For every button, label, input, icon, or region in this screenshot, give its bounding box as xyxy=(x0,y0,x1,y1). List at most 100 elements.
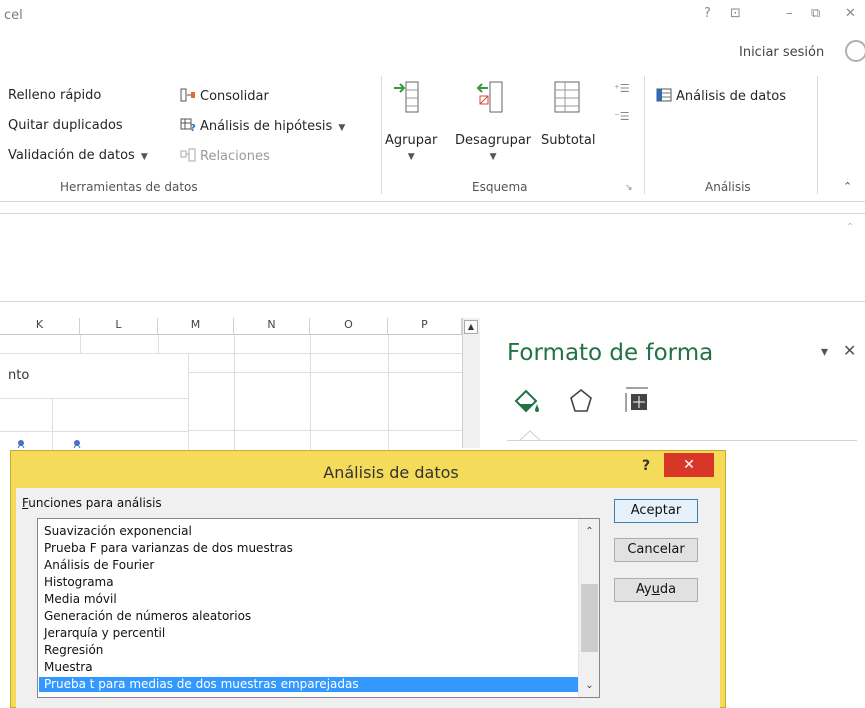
cancel-button[interactable]: Cancelar xyxy=(614,538,698,562)
column-header-k[interactable]: K xyxy=(0,318,80,335)
access-key: u xyxy=(651,582,660,597)
data-analysis-button[interactable]: Análisis de datos xyxy=(656,88,786,104)
scroll-up-arrow-icon[interactable]: ▲ xyxy=(464,320,478,334)
group-button[interactable]: Agrupar ▼ xyxy=(385,133,437,163)
chart-markers xyxy=(17,440,81,449)
relationships-label: Relaciones xyxy=(200,149,270,164)
dialog-help-icon[interactable]: ? xyxy=(631,455,661,477)
consolidate-icon xyxy=(180,88,195,102)
data-validation-label: Validación de datos xyxy=(8,148,135,163)
ungroup-icon xyxy=(476,81,503,113)
chevron-down-icon: ▼ xyxy=(407,152,415,162)
ribbon-divider xyxy=(817,76,818,194)
collapse-ribbon-icon[interactable]: ⌃ xyxy=(843,180,852,193)
size-properties-icon[interactable] xyxy=(622,385,652,415)
sign-in-link[interactable]: Iniciar sesión xyxy=(739,45,824,60)
help-text: da xyxy=(659,582,677,597)
subtotal-label: Subtotal xyxy=(541,133,596,148)
list-label-text: unciones para análisis xyxy=(28,496,162,510)
ribbon-divider xyxy=(381,76,382,194)
what-if-label: Análisis de hipótesis xyxy=(200,119,333,134)
chevron-up-icon[interactable]: ⌃ xyxy=(846,222,854,233)
data-analysis-icon xyxy=(656,88,672,102)
list-item[interactable]: Media móvil xyxy=(44,592,117,607)
restore-icon[interactable]: ⧉ xyxy=(811,6,820,21)
close-window-icon[interactable]: ✕ xyxy=(845,6,856,21)
column-header-p[interactable]: P xyxy=(388,318,462,335)
pane-close-icon[interactable]: ✕ xyxy=(843,341,856,360)
functions-listbox[interactable]: Suavización exponencial Prueba F para va… xyxy=(37,518,600,698)
what-if-icon: ? xyxy=(180,118,196,132)
flash-fill-label: Relleno rápido xyxy=(8,88,102,103)
help-icon[interactable]: ? xyxy=(704,6,711,21)
ok-button[interactable]: Aceptar xyxy=(614,499,698,523)
analysis-group-label: Análisis xyxy=(705,180,751,194)
list-item[interactable]: Generación de números aleatorios xyxy=(44,609,251,624)
list-item[interactable]: Prueba F para varianzas de dos muestras xyxy=(44,541,293,556)
what-if-analysis-button[interactable]: ? Análisis de hipótesis ▼ xyxy=(180,118,345,134)
flash-fill-button[interactable]: Relleno rápido xyxy=(8,88,101,103)
gridline xyxy=(188,353,189,450)
ungroup-label: Desagrupar xyxy=(455,133,532,148)
ribbon-display-options-icon[interactable]: ⊡ xyxy=(730,6,741,21)
help-text: Ay xyxy=(635,582,652,597)
scrollbar-thumb[interactable] xyxy=(581,584,598,652)
hide-detail-icon[interactable]: ⁻☰ xyxy=(614,110,630,123)
column-header-l[interactable]: L xyxy=(80,318,158,335)
data-validation-button[interactable]: Validación de datos ▼ xyxy=(8,148,148,163)
list-item[interactable]: Jerarquía y percentil xyxy=(44,626,165,641)
remove-duplicates-button[interactable]: Quitar duplicados xyxy=(8,118,123,133)
group-icon xyxy=(394,81,419,113)
gridline xyxy=(80,335,81,353)
functions-list-label: Funciones para análisis xyxy=(22,496,162,510)
listbox-scrollbar[interactable]: ⌃ ⌄ xyxy=(578,519,599,697)
gridline xyxy=(188,430,462,431)
column-header-m[interactable]: M xyxy=(158,318,234,335)
minimize-icon[interactable]: – xyxy=(786,6,793,21)
search-icon[interactable] xyxy=(845,40,865,62)
fill-line-icon[interactable] xyxy=(512,387,542,417)
list-item[interactable]: Muestra xyxy=(44,660,93,675)
gridline xyxy=(310,335,311,450)
list-item[interactable]: Suavización exponencial xyxy=(44,524,192,539)
show-detail-icon[interactable]: ⁺☰ xyxy=(614,82,630,95)
relationships-button[interactable]: Relaciones xyxy=(180,148,270,164)
list-item[interactable]: Regresión xyxy=(44,643,103,658)
gridline xyxy=(234,335,235,450)
help-button[interactable]: Ayuda xyxy=(614,578,698,602)
list-item-selected[interactable]: Prueba t para medias de dos muestras emp… xyxy=(39,677,578,692)
gridline xyxy=(188,372,462,373)
chevron-up-icon[interactable]: ⌃ xyxy=(579,523,599,541)
column-header-n[interactable]: N xyxy=(234,318,310,335)
remove-duplicates-label: Quitar duplicados xyxy=(8,118,123,133)
cell-text[interactable]: nto xyxy=(8,368,29,383)
pane-tab-pointer xyxy=(520,430,540,441)
sheet-vertical-scrollbar[interactable] xyxy=(462,318,480,448)
app-title: cel xyxy=(4,8,23,23)
gridline xyxy=(388,335,389,450)
dialog-close-button[interactable]: ✕ xyxy=(664,453,714,477)
effects-pentagon-icon[interactable] xyxy=(567,387,595,415)
ungroup-button[interactable]: Desagrupar ▼ xyxy=(455,133,531,163)
subtotal-button[interactable]: Subtotal xyxy=(541,133,595,148)
consolidate-button[interactable]: Consolidar xyxy=(180,88,269,104)
dialog-launcher-icon[interactable]: ↘ xyxy=(625,183,633,193)
ribbon-divider xyxy=(644,76,645,194)
gridline xyxy=(0,353,462,354)
subtotal-icon xyxy=(554,81,580,113)
chevron-down-icon[interactable]: ⌄ xyxy=(579,677,599,695)
gridline xyxy=(0,431,188,432)
gridline xyxy=(158,335,159,353)
pane-divider xyxy=(507,440,857,441)
relationships-icon xyxy=(180,148,196,162)
formula-bar-border xyxy=(0,213,865,214)
list-item[interactable]: Análisis de Fourier xyxy=(44,558,154,573)
ribbon-bottom-border xyxy=(0,201,865,202)
pane-options-icon[interactable]: ▾ xyxy=(821,344,828,360)
format-pane-title: Formato de forma xyxy=(507,340,714,366)
title-bar: cel ? ⊡ – ⧉ ✕ xyxy=(0,0,865,34)
list-item[interactable]: Histograma xyxy=(44,575,114,590)
gridline xyxy=(0,398,188,399)
svg-text:?: ? xyxy=(190,123,196,132)
column-header-o[interactable]: O xyxy=(310,318,388,335)
